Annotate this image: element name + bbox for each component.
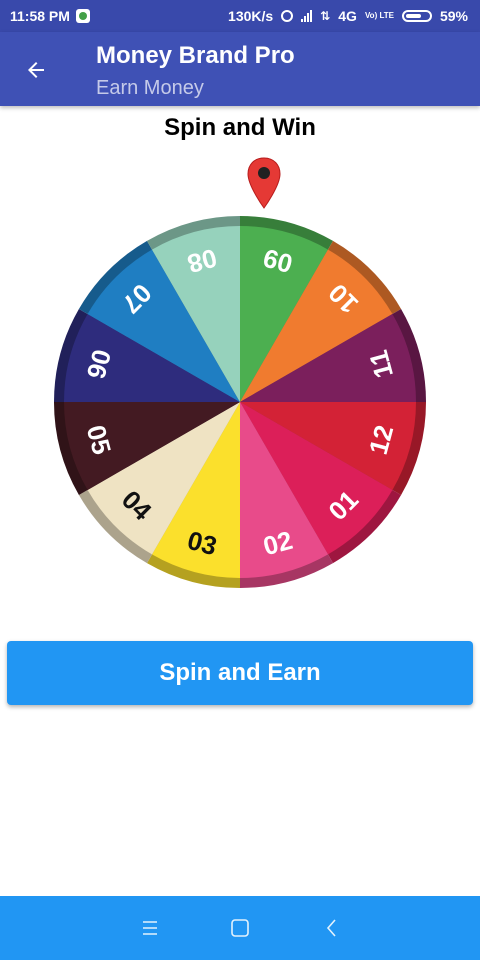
status-bar: 11:58 PM 130K/s ⇅ 4G Vo) LTE 59% bbox=[0, 0, 480, 32]
arrow-left-icon bbox=[28, 62, 44, 78]
alarm-icon bbox=[281, 10, 294, 22]
network-speed: 130K/s bbox=[228, 8, 274, 24]
battery-icon bbox=[401, 10, 432, 22]
system-nav-bar bbox=[0, 896, 480, 960]
spin-and-earn-button[interactable]: Spin and Earn bbox=[7, 641, 473, 705]
location-pin-icon bbox=[247, 157, 281, 209]
volte-icon: Vo) LTE bbox=[364, 11, 394, 20]
battery-percent: 59% bbox=[439, 8, 468, 24]
app-bar: Money Brand Pro Earn Money bbox=[0, 32, 480, 106]
data-arrows-icon: ⇅ bbox=[320, 9, 331, 23]
back-chevron-icon[interactable] bbox=[320, 916, 344, 940]
home-square-icon[interactable] bbox=[228, 916, 252, 940]
back-button[interactable] bbox=[16, 50, 56, 90]
status-time: 11:58 PM bbox=[10, 8, 70, 24]
whatsapp-icon bbox=[75, 9, 90, 23]
menu-icon[interactable] bbox=[138, 916, 162, 940]
app-title: Money Brand Pro bbox=[96, 42, 295, 69]
signal-icon bbox=[301, 10, 313, 22]
spin-title: Spin and Win bbox=[164, 114, 316, 141]
app-subtitle: Earn Money bbox=[96, 77, 204, 99]
network-type: 4G bbox=[338, 8, 357, 24]
prize-wheel[interactable]: 091011120102030405060708 bbox=[52, 214, 428, 590]
